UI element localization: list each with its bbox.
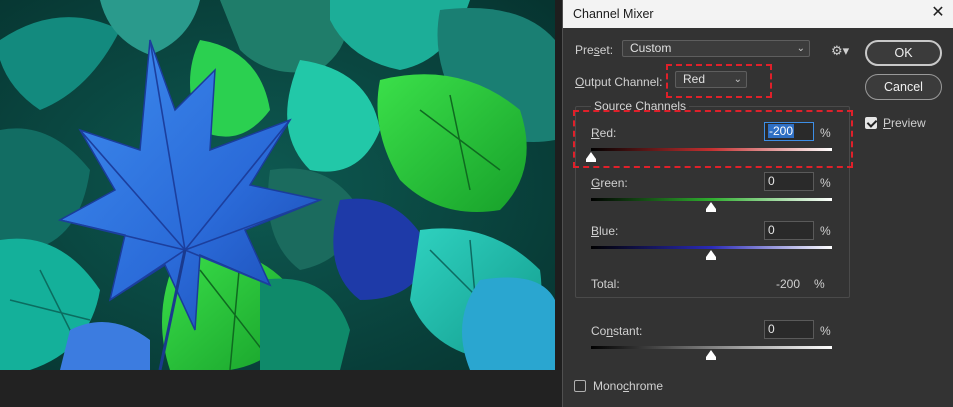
red-label: Red: (591, 126, 617, 140)
constant-slider[interactable] (591, 346, 832, 360)
preview-checkbox[interactable] (865, 117, 877, 129)
preset-label: Preset: (575, 43, 614, 57)
close-icon[interactable]: ✕ (926, 2, 950, 26)
red-percent: % (820, 126, 831, 140)
constant-input[interactable]: 0 (764, 320, 814, 339)
preview-label: Preview (883, 116, 926, 130)
red-slider[interactable] (586, 148, 832, 162)
total-label: Total: (591, 277, 620, 291)
document-image (0, 0, 555, 370)
green-percent: % (820, 176, 831, 190)
chevron-down-icon: ⌄ (733, 74, 742, 85)
green-slider[interactable] (591, 198, 832, 212)
ok-button[interactable]: OK (865, 40, 942, 66)
total-value: -200 (776, 277, 801, 291)
chevron-down-icon: ⌄ (796, 43, 805, 54)
canvas-area (0, 0, 562, 407)
blue-label: Blue: (591, 224, 619, 238)
output-channel-dropdown[interactable]: Red ⌄ (675, 71, 747, 88)
blue-slider[interactable] (591, 246, 832, 260)
dialog-title: Channel Mixer (573, 7, 654, 21)
blue-slider-thumb[interactable] (706, 250, 716, 260)
gear-icon[interactable]: ⚙▾ (831, 43, 849, 58)
output-channel-label: Output Channel: (575, 75, 663, 89)
constant-label: Constant: (591, 324, 643, 338)
output-channel-value: Red (683, 72, 706, 86)
green-slider-thumb[interactable] (706, 202, 716, 212)
channel-mixer-dialog: Channel Mixer ✕ Preset: Custom ⌄ ⚙▾ OK C… (562, 0, 953, 407)
red-input[interactable]: -200 (764, 122, 814, 141)
green-input[interactable]: 0 (764, 172, 814, 191)
green-label: Green: (591, 176, 628, 190)
preset-dropdown[interactable]: Custom ⌄ (622, 40, 810, 57)
constant-percent: % (820, 324, 831, 338)
constant-slider-thumb[interactable] (706, 350, 716, 360)
source-channels-title: Source Channels (591, 99, 690, 113)
blue-input[interactable]: 0 (764, 221, 814, 240)
preset-value: Custom (630, 41, 672, 55)
blue-percent: % (820, 224, 831, 238)
red-slider-thumb[interactable] (586, 152, 596, 162)
title-bar[interactable]: Channel Mixer ✕ (563, 0, 953, 28)
canvas-footer (0, 370, 562, 407)
monochrome-label: Monochrome (593, 379, 664, 393)
monochrome-checkbox[interactable] (574, 380, 586, 392)
total-percent: % (814, 277, 825, 291)
cancel-button[interactable]: Cancel (865, 74, 942, 100)
